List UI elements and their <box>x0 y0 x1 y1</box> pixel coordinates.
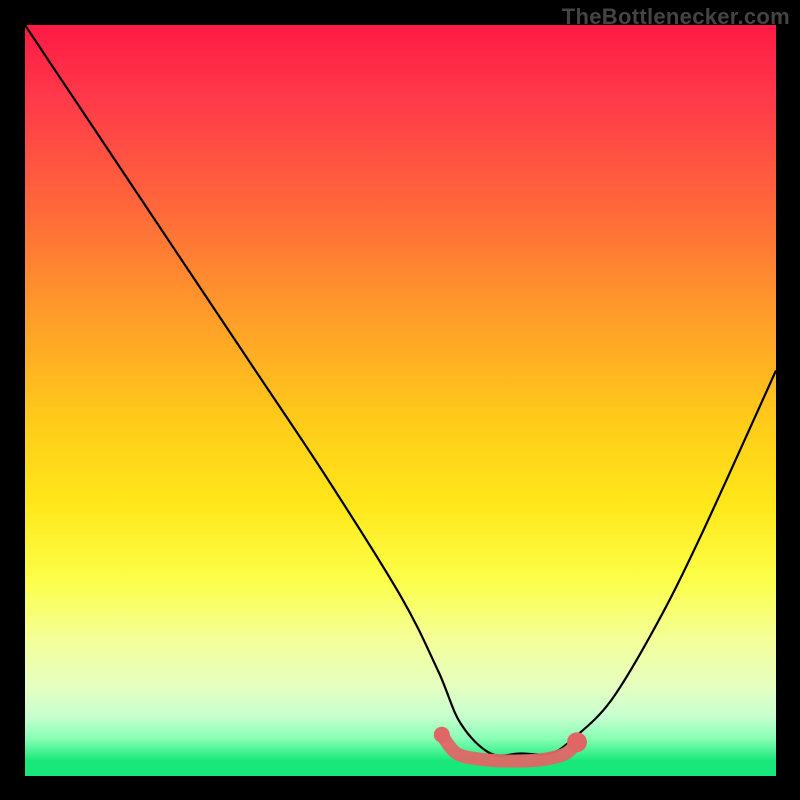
attribution-text: TheBottlenecker.com <box>562 4 790 30</box>
plot-area <box>25 25 776 776</box>
highlight-endpoint <box>567 732 587 752</box>
highlight-endpoint <box>434 727 450 743</box>
chart-svg <box>25 25 776 776</box>
bottleneck-curve <box>25 25 776 756</box>
optimal-range-highlight <box>434 727 587 761</box>
